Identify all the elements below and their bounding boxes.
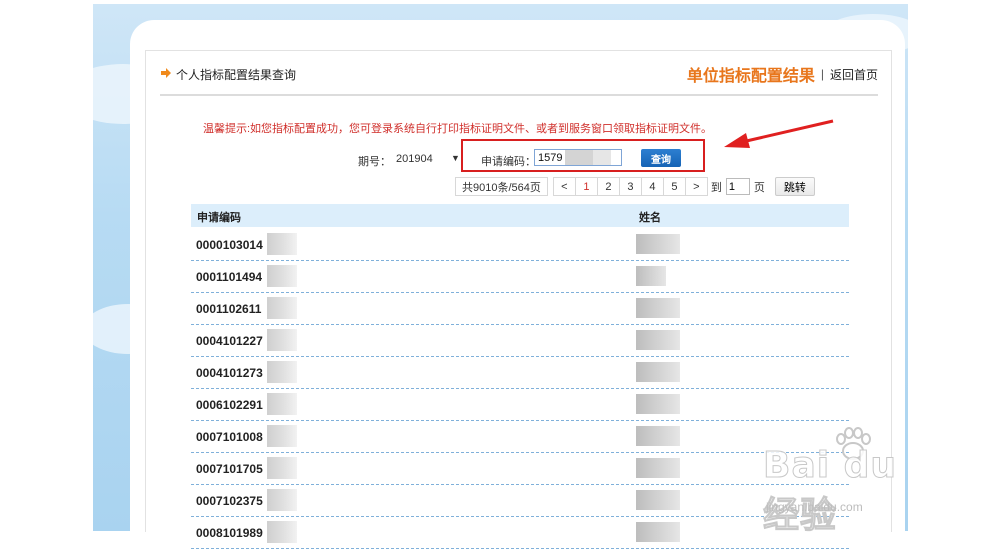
row-code: 0006102291 [196, 398, 263, 412]
table-row: 0000103014 [191, 229, 849, 261]
application-code-input[interactable] [534, 149, 622, 166]
redacted-code [267, 457, 297, 479]
redacted-code [267, 489, 297, 511]
redacted-name [636, 266, 666, 286]
table-row: 0007101008 [191, 421, 849, 453]
watermark-text: Bai du 经验 [763, 445, 898, 537]
table-row: 0001101494 [191, 261, 849, 293]
annotation-arrow-icon [724, 119, 834, 148]
dropdown-caret-icon[interactable]: ▼ [451, 153, 460, 163]
redacted-name [636, 490, 680, 510]
pagination: 共9010条/564页 < 1 2 3 4 5 > 到 页 跳转 [455, 176, 815, 197]
table-row: 0008101989 [191, 517, 849, 549]
pager-goto-input[interactable] [725, 178, 750, 195]
pager-next[interactable]: > [684, 177, 708, 196]
redacted-code [267, 361, 297, 383]
table-row: 0004101273 [191, 357, 849, 389]
redacted-code [267, 265, 297, 287]
row-code: 0007101705 [196, 462, 263, 476]
pager-page-5[interactable]: 5 [662, 177, 686, 196]
page-title: 个人指标配置结果查询 [176, 68, 297, 82]
pager-goto-prefix: 到 [710, 181, 722, 194]
redacted-name [636, 298, 680, 318]
row-code: 0004101227 [196, 334, 263, 348]
redacted-name [636, 330, 680, 350]
code-label: 申请编码： [481, 156, 536, 168]
table-row: 0007102375 [191, 485, 849, 517]
row-code: 0001101494 [196, 270, 263, 284]
pager-page-4[interactable]: 4 [640, 177, 664, 196]
redacted-name [636, 362, 680, 382]
row-code: 0007101008 [196, 430, 263, 444]
row-code: 0004101273 [196, 366, 263, 380]
pager-prev[interactable]: < [552, 177, 576, 196]
table-header: 申请编码 姓名 [191, 204, 849, 227]
pager-page-3[interactable]: 3 [618, 177, 642, 196]
result-title: 单位指标配置结果 [686, 68, 815, 85]
pager-total: 共9010条/564页 [455, 177, 548, 196]
redacted-name [636, 234, 680, 254]
baidu-jingyan-watermark: Bai du 经验 jingyan.baidu.com [763, 427, 943, 537]
redacted-name [636, 426, 680, 446]
redacted-code [267, 393, 297, 415]
period-select[interactable]: 201904 [396, 153, 433, 165]
column-header-name: 姓名 [639, 212, 661, 224]
arrow-right-icon [161, 68, 171, 78]
table-row: 0007101705 [191, 453, 849, 485]
table-row: 0006102291 [191, 389, 849, 421]
row-code: 0001102611 [196, 302, 262, 316]
redacted-code [267, 329, 297, 351]
row-code: 0008101989 [196, 526, 263, 540]
watermark-url: jingyan.baidu.com [766, 500, 863, 514]
section-header: 个人指标配置结果查询 单位指标配置结果 | 返回首页 [160, 58, 878, 96]
redacted-code [267, 233, 297, 255]
pager-page-1[interactable]: 1 [574, 177, 598, 196]
tip-message: 温馨提示:如您指标配置成功，您可登录系统自行打印指标证明文件、或者到服务窗口领取… [203, 123, 713, 135]
jump-button[interactable]: 跳转 [774, 177, 815, 196]
table-row: 0004101227 [191, 325, 849, 357]
home-link[interactable]: 返回首页 [830, 66, 878, 83]
redacted-name [636, 394, 680, 414]
period-label: 期号： [358, 156, 391, 168]
row-code: 0007102375 [196, 494, 263, 508]
redacted-code [267, 521, 297, 543]
pager-goto-suffix: 页 [753, 181, 765, 194]
row-code: 0000103014 [196, 238, 263, 252]
redacted-name [636, 522, 680, 542]
table-row: 0001102611 [191, 293, 849, 325]
redacted-code [267, 425, 297, 447]
column-header-code: 申请编码 [197, 212, 241, 224]
header-separator: | [820, 67, 824, 81]
redacted-name [636, 458, 680, 478]
query-button[interactable]: 查询 [641, 149, 681, 167]
pager-page-2[interactable]: 2 [596, 177, 620, 196]
redacted-code [267, 297, 297, 319]
